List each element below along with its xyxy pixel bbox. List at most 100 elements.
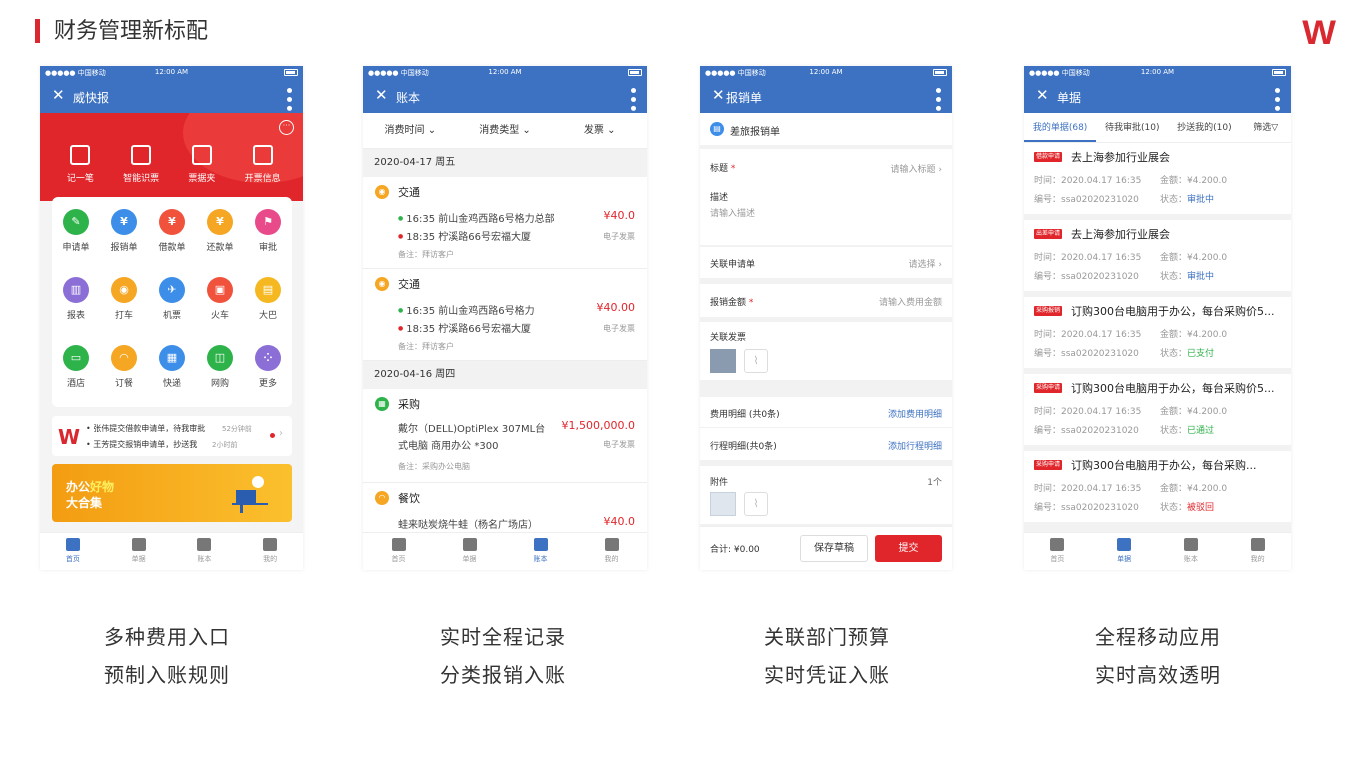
caption-line: 关联部门预算	[764, 625, 890, 649]
save-draft-button[interactable]: 保存草稿	[800, 535, 868, 562]
app-label: 火车	[210, 311, 229, 321]
close-icon[interactable]: ✕	[1036, 86, 1049, 104]
doc-type-badge: 借款申请	[1034, 152, 1063, 162]
filter-button[interactable]: 筛选▽	[1240, 113, 1291, 142]
doc-time: 时间：2020.04.17 16:35	[1034, 330, 1142, 340]
phone-home-screen: ●●●●● 中国移动 12:00 AM ✕ 威快报 ••• ··· 记一笔 智能…	[40, 66, 303, 570]
tab-home[interactable]: 首页	[363, 533, 434, 570]
tab-mine[interactable]: 我的	[576, 533, 647, 570]
document-card[interactable]: 采购报销 订购300台电脑用于办公，每台采购价5... 时间：2020.04.17 …	[1024, 297, 1291, 368]
filter-invoice[interactable]: 发票 ⌄	[552, 113, 647, 148]
tab-home[interactable]: 首页	[40, 533, 106, 570]
app-label: 机票	[162, 311, 181, 321]
paperclip-icon[interactable]: ⌇	[744, 492, 768, 516]
app-grid-item[interactable]: ▤ 大巴	[244, 275, 292, 343]
app-grid-item[interactable]: ▥ 报表	[52, 275, 100, 343]
app-grid-item[interactable]: ✈ 机票	[148, 275, 196, 343]
paperclip-icon[interactable]: ⌇	[744, 349, 768, 373]
quick-record[interactable]: 记一笔	[50, 145, 111, 184]
tab-documents[interactable]: 单据	[1091, 533, 1158, 570]
doc-time: 时间：2020.04.17 16:35	[1034, 253, 1142, 263]
tab-ledger[interactable]: 账本	[172, 533, 238, 570]
status-time: 12:00 AM	[488, 68, 522, 76]
app-grid-item[interactable]: ◉ 打车	[100, 275, 148, 343]
date-header: 2020-04-16 周四	[363, 361, 647, 389]
add-trip-button[interactable]: 添加行程明细	[888, 439, 942, 452]
status-time: 12:00 AM	[1140, 68, 1175, 76]
record-invoice-type: 电子发票	[603, 324, 635, 333]
app-grid-item[interactable]: ¥ 借款单	[148, 207, 196, 275]
brand-logo: W	[1302, 14, 1336, 52]
attachment-thumbnail[interactable]	[710, 492, 736, 516]
record-end: 18:35 柠溪路66号宏福大厦	[398, 320, 531, 335]
promo-banner[interactable]: 办公好物 大合集	[52, 464, 292, 522]
link-row[interactable]: 关联申请单 请选择 ›	[700, 247, 952, 278]
doc-time: 时间：2020.04.17 16:35	[1034, 407, 1142, 417]
quick-folder[interactable]: 票据夹	[172, 145, 233, 184]
app-icon: ⚑	[255, 209, 281, 235]
more-icon[interactable]: •••	[624, 86, 640, 113]
document-card[interactable]: 借款申请 去上海参加行业展会 时间：2020.04.17 16:35 金额：¥4.20…	[1024, 143, 1291, 214]
record-item[interactable]: ◉ 交通 16:35 前山金鸡西路6号格力总部 18:35 柠溪路66号宏福大厦…	[363, 177, 647, 269]
app-grid-item[interactable]: ⚑ 审批	[244, 207, 292, 275]
tab-documents[interactable]: 单据	[106, 533, 172, 570]
form-type: 差旅报销单	[730, 127, 780, 138]
nav-bar: ✕ 报销单 •••	[700, 80, 952, 113]
chat-icon[interactable]: ···	[279, 120, 294, 135]
doc-title: 订购300台电脑用于办公，每台采购价5...	[1071, 382, 1275, 395]
tab-mine[interactable]: 我的	[1224, 533, 1291, 570]
quick-invoice-info[interactable]: 开票信息	[232, 145, 293, 184]
app-grid-item[interactable]: ¥ 还款单	[196, 207, 244, 275]
quick-scan[interactable]: 智能识票	[111, 145, 172, 184]
tab-mine[interactable]: 我的	[237, 533, 303, 570]
app-grid-item[interactable]: ◫ 网购	[196, 343, 244, 411]
app-icon: ▤	[255, 277, 281, 303]
record-item[interactable]: ◉ 交通 16:35 前山金鸡西路6号格力 18:35 柠溪路66号宏福大厦 ¥…	[363, 269, 647, 361]
record-item[interactable]: ▦ 采购 戴尔（DELL)OptiPlex 307ML台 式电脑 商用办公 *3…	[363, 389, 647, 483]
app-grid-item[interactable]: ▦ 快递	[148, 343, 196, 411]
document-card[interactable]: 采购申请 订购300台电脑用于办公，每台采购... 时间：2020.04.17 16…	[1024, 451, 1291, 522]
app-grid-item[interactable]: ▣ 火车	[196, 275, 244, 343]
filter-time[interactable]: 消费时间 ⌄	[363, 113, 458, 148]
link-select[interactable]: 请选择 ›	[909, 257, 942, 270]
invoice-thumbnail[interactable]	[710, 349, 736, 373]
tab-bar: 首页 单据 账本 我的	[40, 532, 303, 570]
desc-input[interactable]: 请输入描述	[710, 206, 755, 219]
add-fee-button[interactable]: 添加费用明细	[888, 407, 942, 420]
tab-my-documents[interactable]: 我的单据(68)	[1024, 113, 1097, 142]
more-icon[interactable]: •••	[1268, 86, 1284, 113]
status-value: 已支付	[1187, 349, 1215, 359]
close-icon[interactable]: ✕	[712, 86, 725, 104]
app-grid-item[interactable]: ✎ 申请单	[52, 207, 100, 275]
amount-input[interactable]: 请输入费用金额	[879, 295, 942, 308]
app-grid-card: ✎ 申请单 ¥ 报销单 ¥ 借款单 ¥ 还款单 ⚑ 审批 ▥ 报表 ◉ 打车 ✈ 机票 ▣ 火车 ▤ 大巴 ▭ 酒店 ◠ 订餐…	[52, 197, 292, 407]
submit-button[interactable]: 提交	[875, 535, 942, 562]
tab-ledger[interactable]: 账本	[505, 533, 576, 570]
document-card[interactable]: 出差申请 去上海参加行业展会 时间：2020.04.17 16:35 金额：¥4.20…	[1024, 220, 1291, 291]
tab-home[interactable]: 首页	[1024, 533, 1091, 570]
document-card[interactable]: 采购申请 订购300台电脑用于办公，每台采购价5... 时间：2020.04.17 …	[1024, 374, 1291, 445]
app-icon: ▦	[159, 345, 185, 371]
more-icon[interactable]: •••	[280, 86, 296, 113]
doc-amount: 金额：¥4.200.0	[1160, 484, 1228, 494]
more-icon[interactable]: •••	[929, 86, 945, 113]
message-panel[interactable]: W • 张伟提交借款申请单，待我审批 52分钟前 • 王芳提交报销申请单，抄送我…	[52, 416, 292, 456]
filter-type[interactable]: 消费类型 ⌄	[458, 113, 553, 148]
status-time: 12:00 AM	[809, 68, 843, 76]
app-icon: ◉	[111, 277, 137, 303]
title-input[interactable]: 请输入标题 ›	[891, 162, 942, 175]
doc-status: 状态：审批中	[1160, 272, 1215, 282]
tab-ledger[interactable]: 账本	[1158, 533, 1225, 570]
message-line: • 王芳提交报销申请单，抄送我	[86, 440, 198, 449]
app-grid-item[interactable]: ⁘ 更多	[244, 343, 292, 411]
app-grid-item[interactable]: ¥ 报销单	[100, 207, 148, 275]
nav-title: 账本	[396, 91, 421, 105]
close-icon[interactable]: ✕	[375, 86, 388, 104]
tab-documents[interactable]: 单据	[434, 533, 505, 570]
home-icon	[65, 538, 80, 551]
close-icon[interactable]: ✕	[52, 86, 65, 104]
app-grid-item[interactable]: ▭ 酒店	[52, 343, 100, 411]
tab-cc-me[interactable]: 抄送我的(10)	[1168, 113, 1240, 142]
tab-pending-approval[interactable]: 待我审批(10)	[1096, 113, 1168, 142]
app-grid-item[interactable]: ◠ 订餐	[100, 343, 148, 411]
